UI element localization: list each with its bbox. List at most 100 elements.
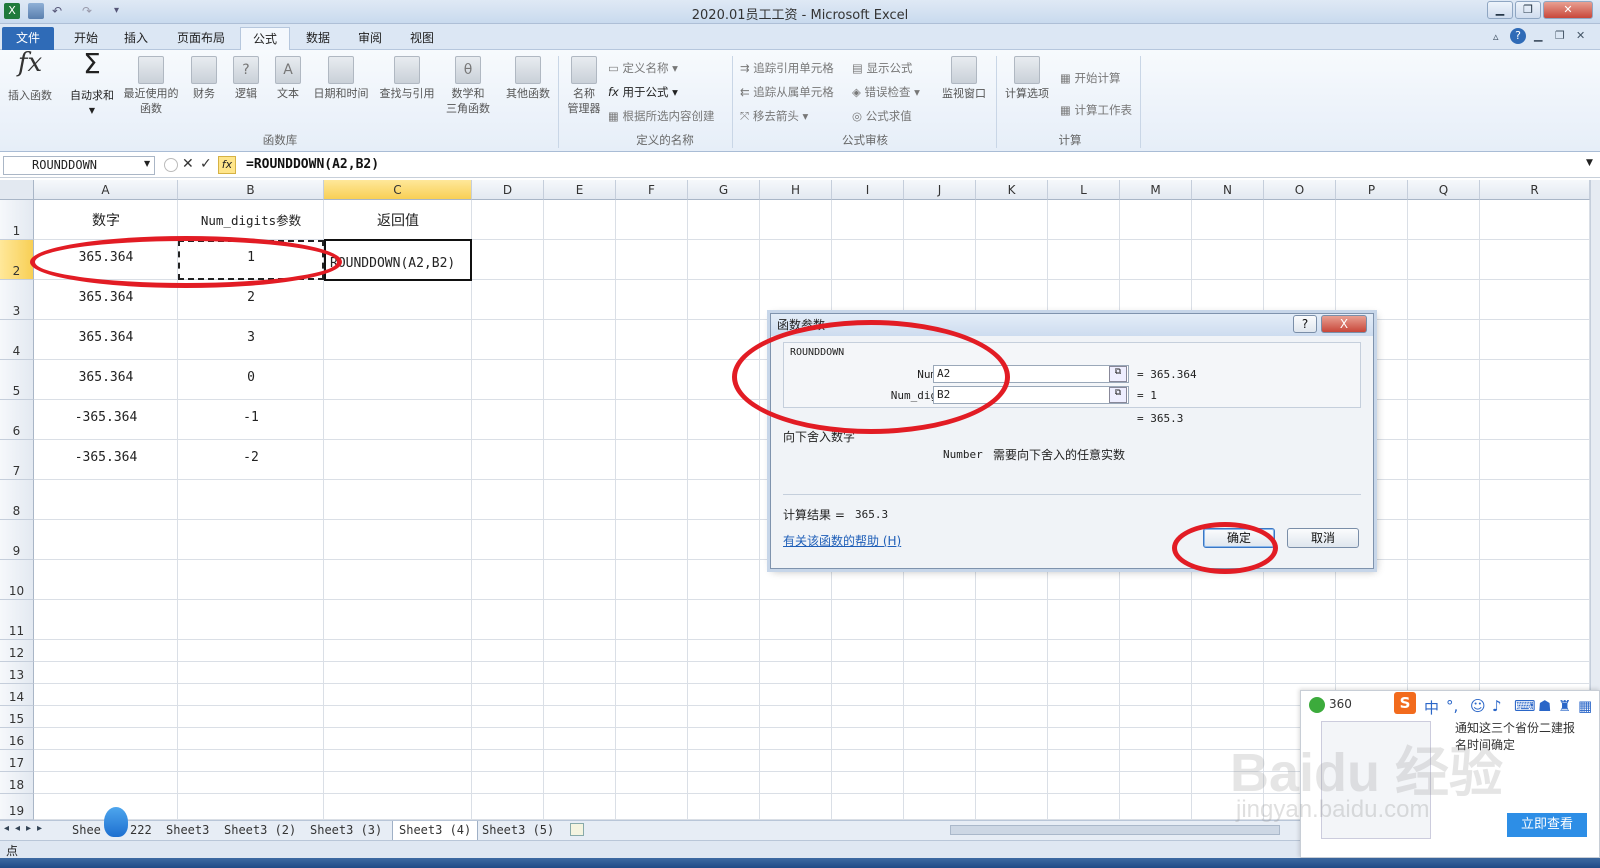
collapse-dialog-icon[interactable]: ⧉	[1109, 387, 1127, 403]
column-header[interactable]: D	[472, 180, 544, 200]
row-header[interactable]: 11	[0, 600, 34, 640]
user-icon[interactable]: ☗	[1538, 697, 1551, 715]
column-header[interactable]: E	[544, 180, 616, 200]
shirt-icon[interactable]: ♜	[1558, 697, 1571, 715]
sheet-tab[interactable]: 222	[130, 823, 152, 837]
watch-window-button[interactable]: 监视窗口	[938, 56, 990, 101]
column-header[interactable]: H	[760, 180, 832, 200]
cell-b4[interactable]: 3	[178, 330, 324, 345]
logical-button[interactable]: ? 逻辑	[228, 56, 264, 101]
row-header[interactable]: 13	[0, 662, 34, 684]
tab-insert[interactable]: 插入	[112, 27, 160, 50]
tab-data[interactable]: 数据	[294, 27, 342, 50]
microphone-icon[interactable]: ♪	[1492, 697, 1502, 715]
create-from-selection-button[interactable]: ▦ 根据所选内容创建	[608, 108, 715, 124]
formula-expand-icon[interactable]: ▼	[1586, 158, 1593, 168]
calculation-options-button[interactable]: 计算选项	[1000, 56, 1054, 101]
column-header[interactable]: N	[1192, 180, 1264, 200]
column-header[interactable]: J	[904, 180, 976, 200]
formula-input[interactable]: =ROUNDDOWN(A2,B2)	[246, 157, 379, 172]
row-header[interactable]: 5	[0, 360, 34, 400]
dialog-help-button[interactable]: ?	[1293, 315, 1317, 333]
cell-a7[interactable]: -365.364	[34, 450, 178, 465]
row-header[interactable]: 9	[0, 520, 34, 560]
recently-used-button[interactable]: 最近使用的 函数	[118, 56, 184, 116]
use-in-formula-button[interactable]: fx 用于公式 ▾	[608, 84, 678, 100]
sheet-tab[interactable]: Sheet3	[166, 823, 209, 837]
insert-function-button[interactable]: fx 插入函数	[2, 50, 58, 103]
cancel-entry-icon[interactable]: ✕	[182, 156, 194, 172]
trace-precedents-button[interactable]: ⇉ 追踪引用单元格	[740, 60, 834, 76]
row-header[interactable]: 12	[0, 640, 34, 662]
sheet-tab[interactable]: Sheet3 (5)	[482, 823, 554, 837]
view-now-button[interactable]: 立即查看	[1507, 813, 1587, 837]
cell-a3[interactable]: 365.364	[34, 290, 178, 305]
cell-b1[interactable]: Num_digits参数	[178, 210, 324, 229]
calculate-sheet-button[interactable]: ▦ 计算工作表	[1060, 102, 1132, 118]
column-header[interactable]: G	[688, 180, 760, 200]
row-header[interactable]: 17	[0, 750, 34, 772]
tab-formulas[interactable]: 公式	[240, 27, 290, 50]
sheet-tab-active[interactable]: Sheet3 (4)	[392, 821, 479, 841]
cell-a6[interactable]: -365.364	[34, 410, 178, 425]
minimize-button[interactable]: ▁	[1487, 1, 1513, 19]
cell-a4[interactable]: 365.364	[34, 330, 178, 345]
cell-c1[interactable]: 返回值	[324, 210, 472, 230]
column-header[interactable]: L	[1048, 180, 1120, 200]
evaluate-formula-button[interactable]: ◎ 公式求值	[852, 108, 912, 124]
column-header[interactable]: M	[1120, 180, 1192, 200]
name-box[interactable]: ROUNDDOWN	[3, 156, 155, 175]
row-header[interactable]: 10	[0, 560, 34, 600]
row-header[interactable]: 3	[0, 280, 34, 320]
column-header[interactable]: I	[832, 180, 904, 200]
date-time-button[interactable]: 日期和时间	[308, 56, 374, 101]
cell-b7[interactable]: -2	[178, 450, 324, 465]
text-button[interactable]: A 文本	[270, 56, 306, 101]
show-formulas-button[interactable]: ▤ 显示公式	[852, 60, 913, 76]
sheet-tab[interactable]: Sheet3 (2)	[224, 823, 296, 837]
row-header[interactable]: 16	[0, 728, 34, 750]
doc-restore-icon[interactable]: ❐	[1555, 29, 1565, 42]
row-header[interactable]: 7	[0, 440, 34, 480]
tab-view[interactable]: 视图	[398, 27, 446, 50]
row-header[interactable]: 1	[0, 200, 34, 240]
autosum-button[interactable]: Σ 自动求和 ▼	[64, 50, 120, 118]
column-header[interactable]: A	[34, 180, 178, 200]
doc-minimize-icon[interactable]: ▁	[1534, 29, 1542, 42]
horizontal-scrollbar[interactable]	[950, 825, 1280, 835]
row-header[interactable]: 4	[0, 320, 34, 360]
name-box-dropdown-icon[interactable]: ▼	[144, 159, 150, 168]
cell-a1[interactable]: 数字	[34, 210, 178, 230]
row-header[interactable]: 6	[0, 400, 34, 440]
column-header[interactable]: C	[324, 180, 472, 200]
collapse-dialog-icon[interactable]: ⧉	[1109, 366, 1127, 382]
column-header[interactable]: K	[976, 180, 1048, 200]
row-header[interactable]: 19	[0, 794, 34, 820]
column-header[interactable]: F	[616, 180, 688, 200]
dialog-close-button[interactable]: X	[1321, 315, 1367, 333]
ribbon-minimize-icon[interactable]: ▵	[1493, 30, 1499, 43]
select-all-corner[interactable]	[0, 180, 34, 200]
emoji-icon[interactable]: ☺	[1470, 697, 1486, 715]
punctuation-icon[interactable]: °,	[1446, 697, 1458, 715]
expand-icon[interactable]	[164, 158, 178, 172]
close-window-button[interactable]: ✕	[1543, 1, 1593, 19]
insert-sheet-icon[interactable]	[570, 823, 584, 836]
cell-a5[interactable]: 365.364	[34, 370, 178, 385]
column-header[interactable]: O	[1264, 180, 1336, 200]
name-manager-button[interactable]: 名称 管理器	[564, 56, 604, 116]
column-header[interactable]: Q	[1408, 180, 1480, 200]
cell-b5[interactable]: 0	[178, 370, 324, 385]
column-header[interactable]: R	[1480, 180, 1590, 200]
cell-b3[interactable]: 2	[178, 290, 324, 305]
confirm-entry-icon[interactable]: ✓	[200, 156, 212, 172]
remove-arrows-button[interactable]: ⤧ 移去箭头 ▾	[740, 108, 808, 124]
tab-page-layout[interactable]: 页面布局	[168, 27, 234, 50]
column-header[interactable]: B	[178, 180, 324, 200]
tab-file[interactable]: 文件	[2, 27, 54, 50]
maximize-button[interactable]: ❐	[1515, 1, 1541, 19]
sheet-tab[interactable]: Shee	[72, 823, 101, 837]
row-header[interactable]: 8	[0, 480, 34, 520]
sheet-nav-arrows-icon[interactable]: ◂◂▸▸	[4, 823, 48, 834]
help-icon[interactable]: ?	[1510, 28, 1526, 44]
